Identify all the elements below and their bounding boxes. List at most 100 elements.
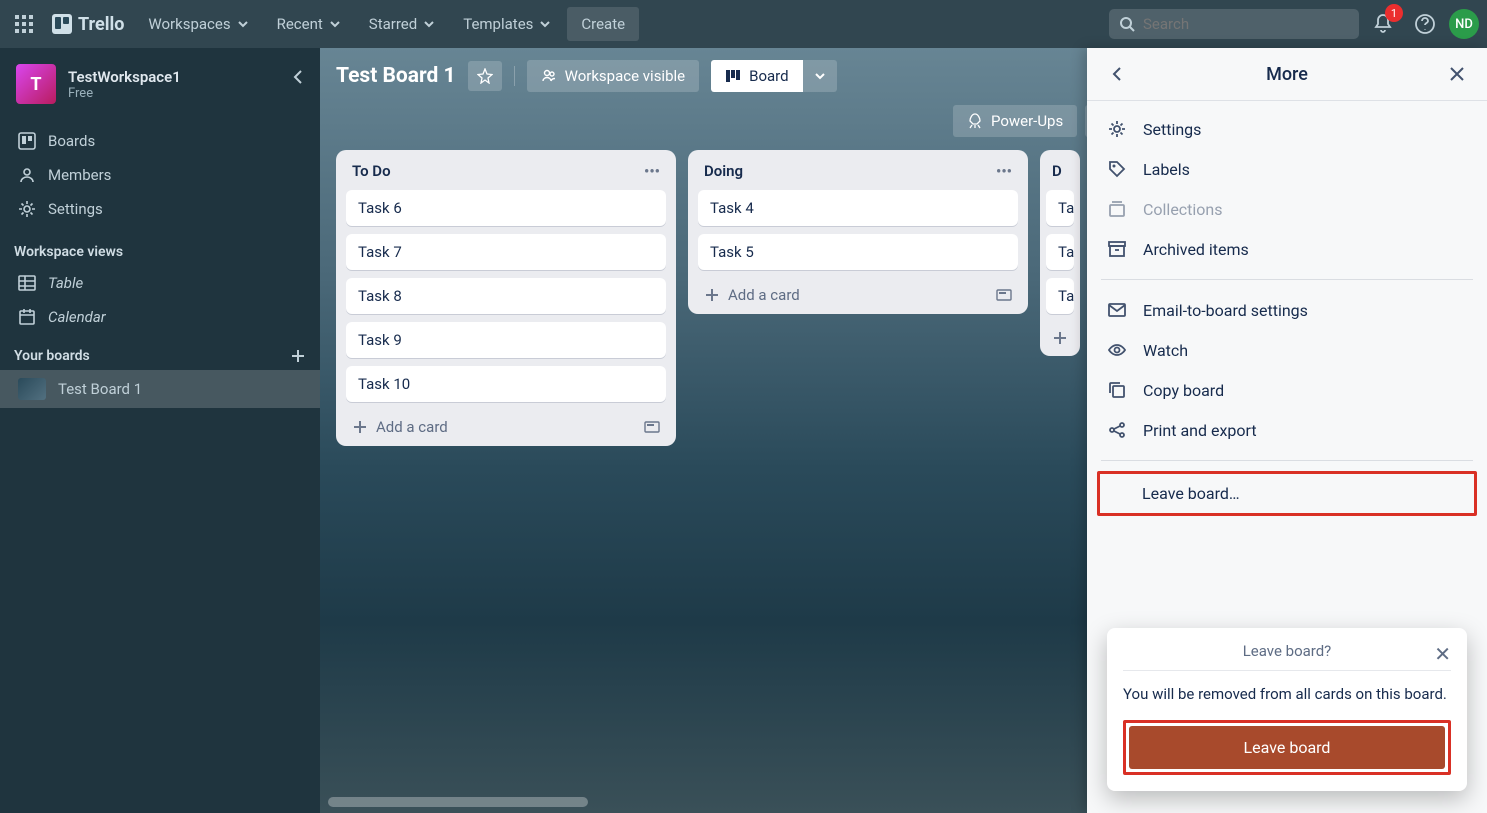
horizontal-scrollbar[interactable] [328, 797, 588, 807]
list-menu-icon[interactable]: ••• [996, 162, 1012, 180]
visibility-button[interactable]: Workspace visible [527, 60, 700, 92]
close-icon[interactable]: ✕ [1434, 642, 1451, 666]
add-card-button[interactable]: Add a card [698, 278, 1018, 304]
star-button[interactable] [468, 61, 502, 91]
panel-leave-board[interactable]: Leave board… [1100, 474, 1474, 513]
card[interactable]: Task 5 [698, 234, 1018, 270]
card[interactable]: Task 6 [346, 190, 666, 226]
calendar-icon [18, 308, 36, 326]
board-view-button[interactable]: Board [711, 60, 802, 92]
nav-recent[interactable]: Recent [265, 9, 353, 39]
board-icon [18, 132, 36, 150]
list-menu-icon[interactable]: ••• [644, 162, 660, 180]
nav-workspaces[interactable]: Workspaces [136, 9, 260, 39]
workspace-views-heading: Workspace views [0, 230, 320, 266]
chevron-down-icon [423, 18, 435, 30]
powerups-button[interactable]: Power-Ups [953, 105, 1077, 137]
share-icon [1107, 420, 1127, 440]
board-title[interactable]: Test Board 1 [336, 64, 456, 88]
user-avatar[interactable]: ND [1449, 9, 1479, 39]
panel-print-export[interactable]: Print and export [1087, 410, 1487, 450]
table-icon [18, 274, 36, 292]
nav-starred[interactable]: Starred [357, 9, 447, 39]
list-title[interactable]: Doing [704, 162, 743, 180]
leave-board-popover: Leave board? ✕ You will be removed from … [1107, 628, 1467, 791]
search-box[interactable] [1109, 9, 1359, 39]
gear-icon [18, 200, 36, 218]
panel-header: More [1087, 48, 1487, 101]
workspace-header[interactable]: T TestWorkspace1 Free [0, 48, 320, 120]
list-title[interactable]: To Do [352, 162, 391, 180]
card[interactable]: Ta [1046, 278, 1074, 314]
board-icon [725, 68, 741, 84]
close-icon[interactable] [1447, 64, 1467, 84]
panel-email[interactable]: Email-to-board settings [1087, 290, 1487, 330]
card[interactable]: Task 8 [346, 278, 666, 314]
help-icon [1414, 13, 1436, 35]
card[interactable]: Task 4 [698, 190, 1018, 226]
mail-icon [1107, 300, 1127, 320]
collapse-sidebar-button[interactable] [290, 68, 308, 90]
trello-logo[interactable]: Trello [44, 14, 132, 35]
brand-text: Trello [78, 14, 124, 35]
sidebar-boards[interactable]: Boards [0, 124, 320, 158]
back-icon[interactable] [1107, 64, 1127, 84]
add-card-button[interactable]: Add a card [346, 410, 666, 436]
sidebar-table-view[interactable]: Table [0, 266, 320, 300]
apps-icon[interactable] [8, 8, 40, 40]
card[interactable]: Ta [1046, 234, 1074, 270]
help-button[interactable] [1407, 6, 1443, 42]
star-icon [477, 68, 493, 84]
chevron-down-icon [329, 18, 341, 30]
plus-icon[interactable] [290, 348, 306, 364]
chevron-down-icon [813, 69, 827, 83]
panel-collections: Collections [1087, 189, 1487, 229]
search-icon [1119, 16, 1135, 32]
card[interactable]: Task 10 [346, 366, 666, 402]
sidebar-board-item[interactable]: Test Board 1 [0, 370, 320, 408]
panel-labels[interactable]: Labels [1087, 149, 1487, 189]
plus-icon [352, 419, 368, 435]
gear-icon [1107, 119, 1127, 139]
board-thumbnail [18, 378, 46, 400]
popover-body: You will be removed from all cards on th… [1123, 683, 1451, 706]
plus-icon [1052, 330, 1068, 346]
plus-icon [704, 287, 720, 303]
card[interactable]: Ta [1046, 190, 1074, 226]
view-switcher-button[interactable] [803, 60, 837, 92]
workspace-name: TestWorkspace1 [68, 68, 181, 86]
add-card-button[interactable] [1046, 322, 1074, 346]
eye-icon [1107, 340, 1127, 360]
workspace-plan: Free [68, 86, 181, 101]
top-navigation: Trello Workspaces Recent Starred Templat… [0, 0, 1487, 48]
template-icon[interactable] [644, 419, 660, 435]
panel-copy[interactable]: Copy board [1087, 370, 1487, 410]
rocket-icon [967, 113, 983, 129]
search-input[interactable] [1143, 15, 1349, 33]
panel-watch[interactable]: Watch [1087, 330, 1487, 370]
list-title[interactable]: D [1052, 162, 1062, 180]
card[interactable]: Task 9 [346, 322, 666, 358]
panel-archived[interactable]: Archived items [1087, 229, 1487, 269]
sidebar-members[interactable]: Members [0, 158, 320, 192]
nav-templates[interactable]: Templates [451, 9, 563, 39]
sidebar-settings[interactable]: Settings [0, 192, 320, 226]
sidebar-calendar-view[interactable]: Calendar [0, 300, 320, 334]
copy-icon [1107, 380, 1127, 400]
notifications-button[interactable]: 1 [1365, 6, 1401, 42]
chevron-down-icon [539, 18, 551, 30]
create-button[interactable]: Create [567, 7, 639, 41]
list: Doing ••• Task 4 Task 5 Add a card [688, 150, 1028, 314]
workspace-icon: T [16, 64, 56, 104]
chevron-down-icon [237, 18, 249, 30]
person-icon [18, 166, 36, 184]
template-icon[interactable] [996, 287, 1012, 303]
card[interactable]: Task 7 [346, 234, 666, 270]
leave-board-button[interactable]: Leave board [1129, 726, 1445, 769]
sidebar: T TestWorkspace1 Free Boards Members Set… [0, 48, 320, 813]
list: To Do ••• Task 6 Task 7 Task 8 Task 9 Tas… [336, 150, 676, 446]
tag-icon [1107, 159, 1127, 179]
notification-badge: 1 [1385, 4, 1403, 22]
your-boards-heading: Your boards [0, 334, 320, 370]
panel-settings[interactable]: Settings [1087, 109, 1487, 149]
